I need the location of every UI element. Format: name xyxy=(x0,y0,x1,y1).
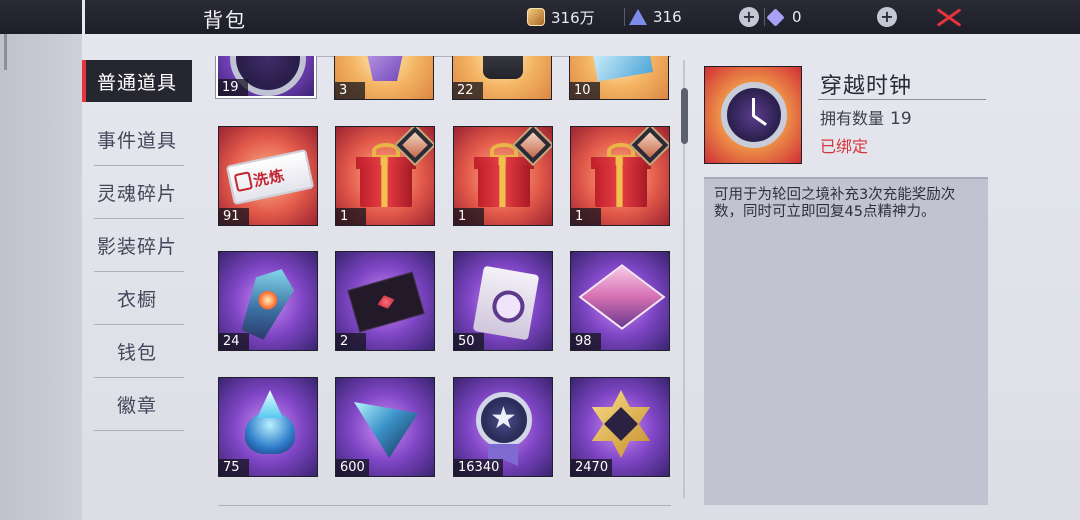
item-slot[interactable]: 1 xyxy=(570,126,670,226)
page-title: 背包 xyxy=(203,8,247,32)
detail-divider xyxy=(818,99,986,100)
item-count: 1 xyxy=(571,208,601,225)
item-count: 3 xyxy=(335,82,365,99)
diamond-currency: 0 xyxy=(766,5,802,29)
item-count: 2470 xyxy=(571,459,613,476)
item-slot[interactable]: 3 xyxy=(334,56,434,100)
item-slot[interactable]: 22 xyxy=(452,56,552,100)
sidebar-item-wardrobe[interactable]: 衣橱 xyxy=(82,272,192,325)
edge-mark xyxy=(4,30,7,70)
gold-coin-icon xyxy=(527,8,545,26)
item-count: 10 xyxy=(570,82,600,99)
gold-currency: 316万 xyxy=(527,5,595,29)
sidebar-item-wallet[interactable]: 钱包 xyxy=(82,325,192,378)
item-slot[interactable]: 1 xyxy=(335,126,435,226)
left-edge-strip xyxy=(0,0,82,520)
crystal-icon xyxy=(629,9,647,25)
sidebar-item-costume-fragments[interactable]: 影装碎片 xyxy=(82,219,192,272)
top-bar-divider xyxy=(82,0,85,34)
currency-separator xyxy=(624,8,625,26)
item-slot[interactable]: 600 xyxy=(335,377,435,477)
item-slot[interactable]: 16340 xyxy=(453,377,553,477)
item-count: 98 xyxy=(571,333,601,350)
item-count: 16340 xyxy=(454,459,504,476)
grid-scrollbar[interactable] xyxy=(681,88,688,144)
diamond-amount: 0 xyxy=(792,8,802,26)
item-slot[interactable]: 98 xyxy=(570,251,670,351)
quantity-value: 19 xyxy=(890,109,912,129)
diamond-icon xyxy=(766,7,785,27)
item-slot[interactable]: 19 xyxy=(216,56,316,98)
add-crystal-button[interactable]: + xyxy=(739,7,759,27)
item-count: 22 xyxy=(453,82,483,99)
item-count: 50 xyxy=(454,333,484,350)
item-grid: 19 3 22 10 洗炼 91 1 1 1 24 2 50 98 75 600… xyxy=(210,56,675,506)
item-count: 1 xyxy=(336,208,366,225)
item-description: 可用于为轮回之境补充3次充能奖励次数，同时可立即回复45点精神力。 xyxy=(714,187,956,220)
gold-amount: 316万 xyxy=(551,8,595,27)
description-box: 可用于为轮回之境补充3次充能奖励次数，同时可立即回复45点精神力。 xyxy=(704,177,988,505)
sidebar-item-event-items[interactable]: 事件道具 xyxy=(82,113,192,166)
item-count: 19 xyxy=(218,79,248,96)
ticket-text: 洗炼 xyxy=(251,166,287,191)
category-sidebar: 普通道具 事件道具 灵魂碎片 影装碎片 衣橱 钱包 徽章 xyxy=(82,60,192,431)
item-slot[interactable]: 2470 xyxy=(570,377,670,477)
item-slot[interactable]: 24 xyxy=(218,251,318,351)
selected-item-name: 穿越时钟 xyxy=(820,74,913,99)
sidebar-item-badges[interactable]: 徽章 xyxy=(82,378,192,431)
add-diamond-button[interactable]: + xyxy=(877,7,897,27)
quantity-label: 拥有数量 xyxy=(820,109,885,128)
item-count: 24 xyxy=(219,333,249,350)
top-bar: 背包 316万 316 + 0 + xyxy=(0,0,1080,34)
item-slot[interactable]: 洗炼 91 xyxy=(218,126,318,226)
item-slot[interactable]: 10 xyxy=(569,56,669,100)
item-count: 600 xyxy=(336,459,369,476)
item-slot[interactable]: 2 xyxy=(335,251,435,351)
item-slot[interactable]: 50 xyxy=(453,251,553,351)
selected-item-quantity: 拥有数量 19 xyxy=(820,105,912,129)
sidebar-item-common-items[interactable]: 普通道具 xyxy=(82,60,192,102)
crystal-amount: 316 xyxy=(653,8,682,26)
grid-bottom-divider xyxy=(218,505,671,506)
sidebar-item-soul-fragments[interactable]: 灵魂碎片 xyxy=(82,166,192,219)
item-slot[interactable]: 75 xyxy=(218,377,318,477)
item-count: 75 xyxy=(219,459,249,476)
selected-item-icon xyxy=(704,66,802,164)
crystal-currency: 316 xyxy=(629,5,682,29)
item-count: 1 xyxy=(454,208,484,225)
currency-separator xyxy=(764,8,765,26)
bound-status: 已绑定 xyxy=(820,137,869,156)
item-count: 91 xyxy=(219,208,249,225)
close-icon[interactable] xyxy=(935,6,963,28)
clock-icon xyxy=(721,82,787,148)
item-count: 2 xyxy=(336,333,366,350)
item-slot[interactable]: 1 xyxy=(453,126,553,226)
